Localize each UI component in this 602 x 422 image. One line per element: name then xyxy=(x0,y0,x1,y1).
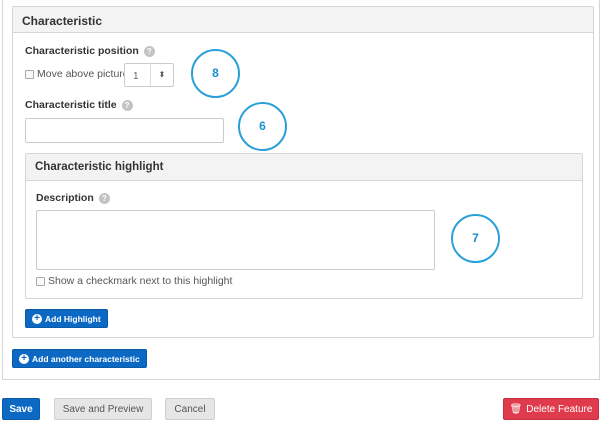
save-button[interactable]: Save xyxy=(2,398,40,420)
add-characteristic-label: Add another characteristic xyxy=(32,353,140,364)
description-textarea[interactable] xyxy=(36,210,435,270)
cancel-button[interactable]: Cancel xyxy=(165,398,215,420)
characteristic-title-text: Characteristic title xyxy=(25,99,117,111)
delete-feature-label: Delete Feature xyxy=(526,403,593,415)
characteristic-title-label: Characteristic title? xyxy=(25,99,133,111)
checkmark-option[interactable]: Show a checkmark next to this highlight xyxy=(36,275,232,287)
feature-form: Characteristic Characteristic position? … xyxy=(2,0,600,380)
add-highlight-button[interactable]: + Add Highlight xyxy=(25,309,108,328)
description-label: Description? xyxy=(36,192,110,204)
move-above-picture-label: Move above picture xyxy=(37,68,129,81)
show-checkmark-label: Show a checkmark next to this highlight xyxy=(48,275,233,288)
plus-icon: + xyxy=(32,313,42,324)
trash-icon: 🗑 xyxy=(509,403,523,415)
callout-marker-8: 8 xyxy=(191,49,240,98)
callout-marker-7: 7 xyxy=(451,214,500,263)
characteristic-position-text: Characteristic position xyxy=(25,45,139,57)
characteristic-panel: Characteristic Characteristic position? … xyxy=(12,6,594,338)
characteristic-highlight-title: Characteristic highlight xyxy=(26,154,582,181)
delete-feature-button[interactable]: 🗑 Delete Feature xyxy=(503,398,599,420)
position-value: 1 xyxy=(125,64,151,86)
help-icon[interactable]: ? xyxy=(98,192,110,204)
position-stepper[interactable]: 1 ⬍ xyxy=(124,63,174,87)
help-icon[interactable]: ? xyxy=(143,45,155,57)
move-above-picture-option[interactable]: Move above picture xyxy=(25,68,129,80)
show-checkmark-checkbox[interactable] xyxy=(36,276,45,286)
stepper-arrows-icon[interactable]: ⬍ xyxy=(151,64,173,86)
characteristic-highlight-panel: Characteristic highlight Description? Sh… xyxy=(25,153,583,299)
characteristic-title-input[interactable] xyxy=(25,118,224,143)
move-above-picture-checkbox[interactable] xyxy=(25,69,34,79)
characteristic-position-label: Characteristic position? xyxy=(25,45,155,57)
add-another-characteristic-button[interactable]: + Add another characteristic xyxy=(12,349,147,368)
characteristic-panel-title: Characteristic xyxy=(13,7,593,33)
description-text: Description xyxy=(36,192,94,204)
add-highlight-label: Add Highlight xyxy=(45,313,101,324)
plus-icon: + xyxy=(19,353,29,364)
callout-marker-6: 6 xyxy=(238,102,287,151)
help-icon[interactable]: ? xyxy=(121,99,133,111)
save-and-preview-button[interactable]: Save and Preview xyxy=(54,398,152,420)
